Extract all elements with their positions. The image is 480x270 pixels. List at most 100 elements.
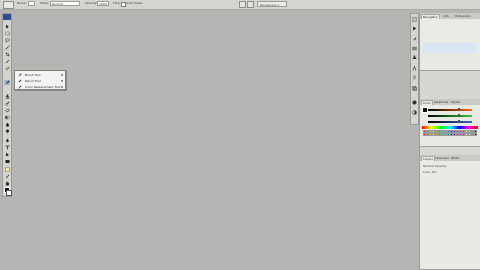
pen-tool[interactable]	[4, 138, 10, 143]
flyout-item-shortcut: B	[60, 85, 63, 89]
toolbox-header[interactable]	[3, 14, 11, 20]
options-bar: Brush: Mode: Normal Opacity: 100% Flow: …	[0, 0, 480, 10]
dodge-icon	[5, 129, 9, 134]
history-brush-tool[interactable]	[4, 101, 10, 106]
bandage-icon	[5, 67, 9, 70]
eyedropper-icon	[5, 174, 9, 179]
swatch-grid	[423, 130, 477, 148]
brush-tool-flyout-menu: Brush Tool B Pencil Tool B Color Replace…	[14, 70, 66, 90]
brush-tool[interactable]	[4, 80, 10, 85]
character-icon[interactable]	[412, 66, 417, 71]
auto-erase-label: Auto Erase	[126, 1, 143, 5]
background-color-swatch[interactable]	[6, 190, 12, 196]
dodge-tool[interactable]	[4, 129, 10, 134]
healing-brush-tool[interactable]	[4, 66, 10, 71]
collapsed-panel-strip	[410, 13, 419, 125]
blur-tool[interactable]	[4, 122, 10, 127]
crop-icon	[5, 52, 9, 57]
crop-tool[interactable]	[4, 52, 10, 57]
flyout-item-label: Color Replacement Tool	[25, 85, 61, 89]
clone-stamp-tool[interactable]	[4, 94, 10, 99]
marquee-icon	[4, 31, 10, 36]
stamp-icon	[5, 94, 9, 99]
tool-preset-picker[interactable]	[3, 1, 14, 9]
tab-swatches[interactable]: Swatches	[433, 100, 449, 105]
navigator-panel: Navigator Info Histogram	[420, 13, 480, 71]
pencil-icon	[18, 79, 22, 83]
brush-icon	[18, 73, 22, 77]
actions-icon[interactable]	[412, 26, 417, 31]
tab-info[interactable]: Info	[442, 14, 450, 19]
red-slider-thumb[interactable]	[458, 108, 460, 111]
gradient-icon	[4, 115, 10, 120]
marquee-tool[interactable]	[4, 31, 10, 36]
tab-styles[interactable]: Styles	[450, 100, 461, 105]
mode-label: Mode:	[40, 1, 50, 5]
move-tool[interactable]	[4, 24, 10, 29]
eraser-tool[interactable]	[4, 108, 10, 113]
tab-layers[interactable]: Layers	[421, 156, 435, 161]
green-slider[interactable]	[428, 114, 472, 117]
canvas-label: · ··	[186, 160, 192, 165]
flyout-item-color-replacement-tool[interactable]: Color Replacement Tool B	[15, 84, 65, 90]
slice-tool[interactable]	[4, 59, 10, 64]
hand-tool[interactable]	[4, 181, 10, 186]
path-selection-tool[interactable]	[4, 152, 10, 157]
note-icon	[5, 167, 9, 172]
color-ramp[interactable]	[422, 126, 478, 129]
tab-navigator[interactable]: Navigator	[421, 14, 440, 19]
pen-icon	[5, 138, 9, 143]
history-icon[interactable]	[412, 17, 417, 22]
eyedropper-tool[interactable]	[4, 174, 10, 179]
brush-size-field[interactable]	[28, 1, 35, 6]
magic-wand-tool[interactable]	[4, 45, 10, 50]
toolbox	[2, 13, 12, 197]
layer-comps-icon[interactable]	[412, 86, 417, 91]
tool-presets-icon[interactable]	[412, 46, 417, 51]
navigator-view-box[interactable]	[423, 43, 477, 53]
mode-select[interactable]: Normal	[50, 1, 80, 6]
clone-source-icon[interactable]	[412, 55, 417, 60]
layers-panel-tabs: Layers Channels Paths	[420, 155, 480, 161]
gradient-tool[interactable]	[4, 115, 10, 120]
layers-lock-row[interactable]: Lock: Fill:	[423, 170, 477, 174]
green-slider-thumb[interactable]	[458, 114, 460, 117]
lasso-icon	[4, 38, 10, 43]
history-brush-icon	[4, 101, 9, 106]
type-icon	[5, 145, 9, 150]
layers-panel: Layers Channels Paths Normal Opacity: Lo…	[420, 155, 480, 270]
move-icon	[5, 24, 9, 29]
info-icon[interactable]	[412, 100, 417, 105]
blue-slider-thumb[interactable]	[458, 120, 460, 123]
adjustments-icon[interactable]	[412, 110, 417, 115]
drop-icon	[5, 122, 9, 127]
type-tool[interactable]	[4, 145, 10, 150]
workspace-menu[interactable]: Workspace ▾	[257, 1, 287, 7]
red-slider[interactable]	[428, 108, 472, 111]
brushes-icon[interactable]	[412, 37, 417, 42]
blue-slider[interactable]	[428, 120, 472, 123]
rectangle-icon	[5, 160, 9, 163]
layers-blend-row[interactable]: Normal Opacity:	[423, 164, 477, 168]
palette-toggle-button[interactable]	[239, 1, 246, 8]
brush-icon	[5, 80, 9, 85]
tab-channels[interactable]: Channels	[434, 156, 450, 161]
color-replacement-icon	[18, 85, 22, 89]
tab-histogram[interactable]: Histogram	[454, 14, 472, 19]
brush-label: Brush:	[17, 1, 27, 5]
arrow-icon	[5, 152, 9, 157]
opacity-label: Opacity:	[85, 1, 98, 5]
tab-color[interactable]: Color	[421, 100, 433, 105]
swatch[interactable]	[474, 133, 477, 136]
opacity-field[interactable]: 100%	[97, 1, 109, 6]
paragraph-icon[interactable]	[412, 75, 417, 80]
brushes-palette-button[interactable]	[247, 1, 254, 8]
panel-dock: Navigator Info Histogram Color Swatches …	[419, 13, 480, 270]
tab-paths[interactable]: Paths	[450, 156, 460, 161]
lasso-tool[interactable]	[4, 38, 10, 43]
color-panel: Color Swatches Styles	[420, 99, 480, 147]
eraser-icon	[4, 108, 10, 113]
color-panel-tabs: Color Swatches Styles	[420, 99, 480, 105]
notes-tool[interactable]	[4, 167, 10, 172]
shape-tool[interactable]	[4, 159, 10, 164]
